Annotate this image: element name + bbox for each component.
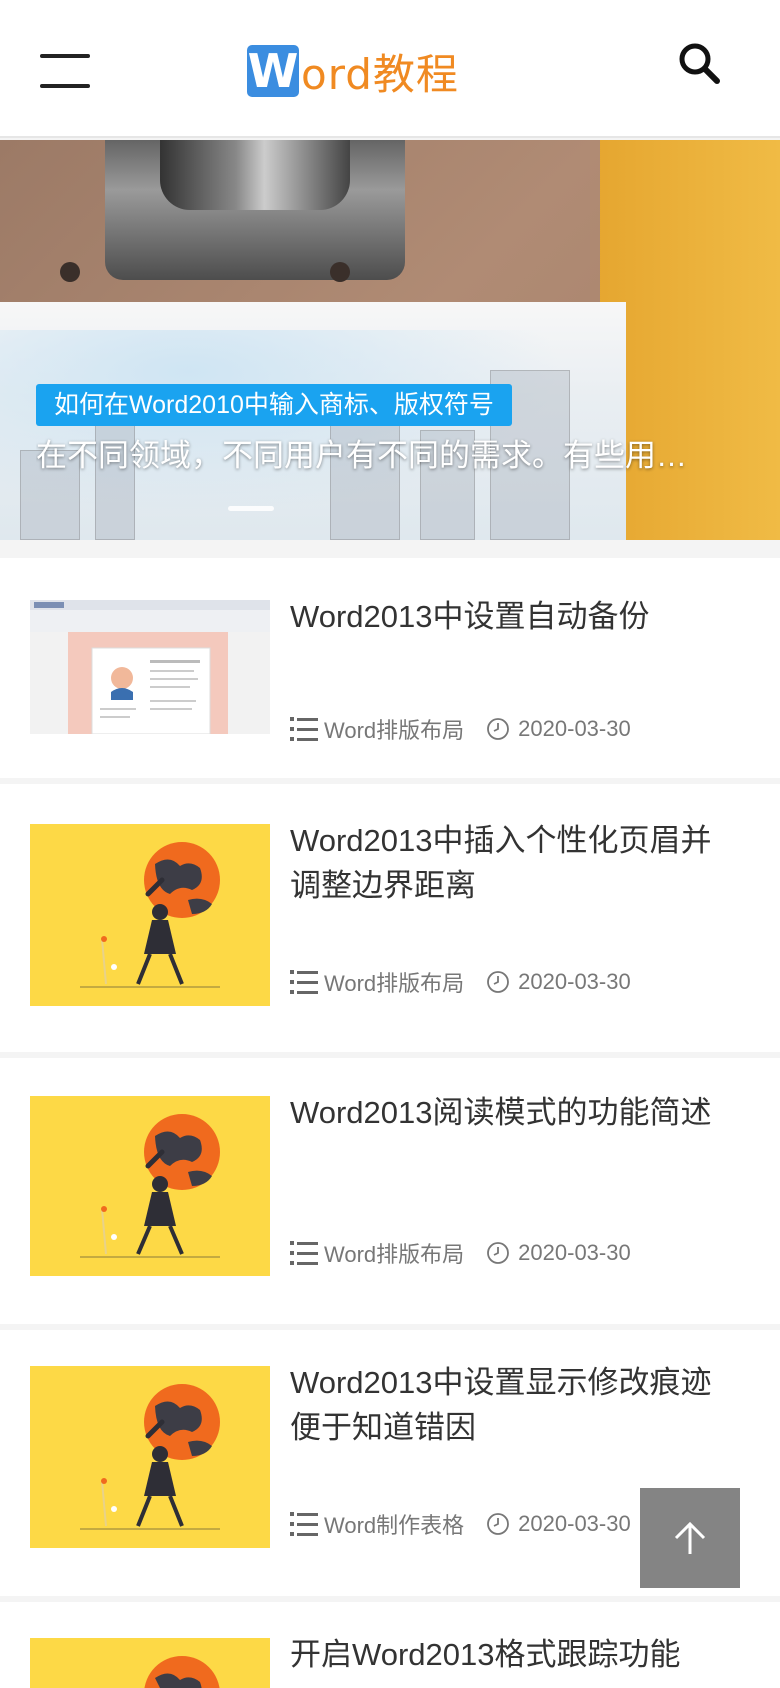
article-category[interactable]: Word排版布局	[290, 1237, 464, 1269]
article-thumbnail[interactable]	[30, 1366, 270, 1548]
search-icon[interactable]	[676, 40, 724, 88]
hamburger-menu-icon[interactable]	[40, 54, 90, 88]
logo-text: ord教程	[301, 49, 459, 99]
date-label: 2020-03-30	[518, 1511, 631, 1536]
list-icon	[290, 970, 318, 994]
article-item[interactable]: Word2013阅读模式的功能简述 Word排版布局 2020-03-30	[0, 1058, 780, 1324]
article-meta: Word排版布局 2020-03-30	[290, 1237, 631, 1269]
clock-icon	[487, 718, 510, 740]
article-date: 2020-03-30	[486, 716, 631, 742]
category-label: Word排版布局	[324, 718, 465, 743]
article-meta: Word制作表格 2020-03-30	[290, 1508, 631, 1540]
arrow-up-icon	[674, 1521, 706, 1554]
category-label: Word制作表格	[324, 1513, 465, 1538]
article-category[interactable]: Word制作表格	[290, 1508, 464, 1540]
clock-icon	[487, 1513, 510, 1535]
article-date: 2020-03-30	[486, 1240, 631, 1266]
site-logo[interactable]: W ord教程	[247, 44, 459, 99]
hero-banner[interactable]: 如何在Word2010中输入商标、版权符号 在不同领域，不同用户有不同的需求。有…	[0, 140, 780, 540]
site-header: W ord教程	[0, 0, 780, 138]
list-icon	[290, 1512, 318, 1536]
clock-icon	[487, 1242, 510, 1264]
article-meta: Word排版布局 2020-03-30	[290, 713, 631, 745]
article-date: 2020-03-30	[486, 969, 631, 995]
article-date: 2020-03-30	[486, 1511, 631, 1537]
logo-letter: W	[247, 44, 299, 98]
article-item[interactable]: Word2013中设置自动备份 Word排版布局 2020-03-30	[0, 558, 780, 778]
date-label: 2020-03-30	[518, 1240, 631, 1265]
article-category[interactable]: Word排版布局	[290, 713, 464, 745]
list-icon	[290, 1241, 318, 1265]
article-title[interactable]: 开启Word2013格式跟踪功能	[290, 1632, 740, 1677]
article-title[interactable]: Word2013中插入个性化页眉并调整边界距离	[290, 818, 740, 908]
article-thumbnail[interactable]	[30, 824, 270, 1006]
date-label: 2020-03-30	[518, 969, 631, 994]
back-to-top-button[interactable]	[640, 1488, 740, 1588]
category-label: Word排版布局	[324, 1242, 465, 1267]
article-thumbnail[interactable]	[30, 1096, 270, 1276]
article-category[interactable]: Word排版布局	[290, 966, 464, 998]
banner-title[interactable]: 如何在Word2010中输入商标、版权符号	[36, 384, 512, 426]
date-label: 2020-03-30	[518, 716, 631, 741]
article-title[interactable]: Word2013阅读模式的功能简述	[290, 1090, 740, 1135]
carousel-indicator[interactable]	[228, 506, 274, 511]
article-title[interactable]: Word2013中设置自动备份	[290, 594, 740, 639]
list-icon	[290, 717, 318, 741]
article-thumbnail[interactable]	[30, 600, 270, 734]
category-label: Word排版布局	[324, 971, 465, 996]
article-meta: Word排版布局 2020-03-30	[290, 966, 631, 998]
article-item[interactable]: Word2013中插入个性化页眉并调整边界距离 Word排版布局 2020-03…	[0, 784, 780, 1052]
clock-icon	[487, 971, 510, 993]
banner-description: 在不同领域，不同用户有不同的需求。有些用户需要在文档中输入商标、版权等符号，该如…	[36, 438, 716, 473]
article-thumbnail[interactable]	[30, 1638, 270, 1688]
article-title[interactable]: Word2013中设置显示修改痕迹便于知道错因	[290, 1360, 740, 1450]
article-item[interactable]: 开启Word2013格式跟踪功能	[0, 1602, 780, 1688]
